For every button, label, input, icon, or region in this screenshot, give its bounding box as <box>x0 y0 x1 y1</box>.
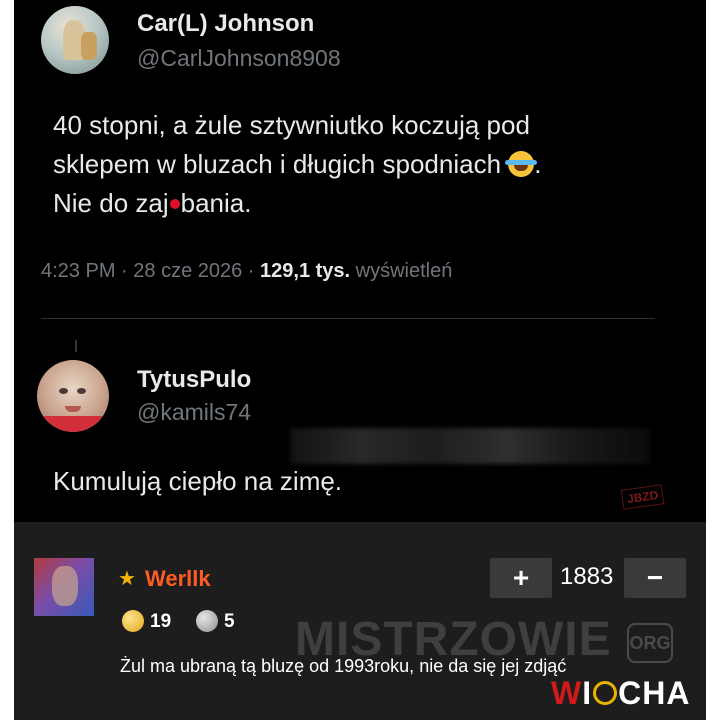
wiocha-logo-i: I <box>582 675 593 711</box>
wiocha-logo-w: W <box>551 675 583 711</box>
tweet-date[interactable]: 28 cze 2026 <box>133 260 242 282</box>
tweet-time[interactable]: 4:23 PM <box>41 260 115 282</box>
tweet-views-count: 129,1 tys. <box>260 260 351 282</box>
silver-badge-count: 5 <box>224 611 235 632</box>
blurred-watermark <box>290 428 650 464</box>
commenter-avatar[interactable] <box>34 558 94 616</box>
author-avatar[interactable] <box>41 6 109 74</box>
tweet-text-line-2-text: sklepem w bluzach i długich spodniach <box>53 149 502 179</box>
tweet-text-line-2: sklepem w bluzach i długich spodniach . <box>53 149 542 179</box>
gold-badge-count: 19 <box>150 611 172 632</box>
tweet-text-line-1: 40 stopni, a żule sztywniutko koczują po… <box>53 110 530 140</box>
censor-dot-icon <box>169 199 180 210</box>
divider <box>41 318 655 319</box>
comment-text: Żul ma ubraną tą bluzę od 1993roku, nie … <box>120 656 567 676</box>
silver-badge-icon <box>196 610 218 632</box>
tweet-author-handle[interactable]: @CarlJohnson8908 <box>137 45 341 72</box>
comment-score: 1883 <box>560 563 614 590</box>
reply-text: Kumulują ciepło na zimę. <box>53 466 343 496</box>
joy-emoji-icon <box>505 151 538 177</box>
tweet-author-name[interactable]: Car(L) Johnson <box>137 10 314 38</box>
tweet-text: 40 stopni, a żule sztywniutko koczują po… <box>53 106 542 223</box>
thread-line <box>75 340 77 352</box>
tweet-text-line-3: Nie do zaj bania. <box>53 184 542 223</box>
upvote-button[interactable]: + <box>490 558 552 598</box>
avatar-figure-secondary <box>81 32 97 60</box>
avatar-eye <box>59 388 68 394</box>
tweet-meta: 4:23 PM · 28 cze 2026 · 129,1 tys. wyświ… <box>41 260 453 282</box>
org-watermark: ORG <box>627 623 673 663</box>
avatar-eye <box>77 388 86 394</box>
avatar-mouth <box>65 406 81 412</box>
tweet-text-line-3-a: Nie do zaj <box>53 188 169 218</box>
gold-badge-icon <box>122 610 144 632</box>
reply-author-handle[interactable]: @kamils74 <box>137 399 251 426</box>
reply-author-name[interactable]: TytusPulo <box>137 366 251 394</box>
wiocha-logo-rest: CHA <box>618 675 691 711</box>
downvote-button[interactable]: − <box>624 558 686 598</box>
tweet-views-label: wyświetleń <box>355 260 453 282</box>
star-icon: ★ <box>118 568 136 590</box>
wiocha-logo-wheel-icon <box>593 681 618 705</box>
wiocha-logo: WI CHA <box>551 675 690 712</box>
avatar-shirt <box>37 416 109 432</box>
reply-avatar[interactable] <box>37 360 109 432</box>
comment-username[interactable]: Werllk <box>145 566 211 592</box>
tweet-text-line-3-b: bania. <box>180 188 252 218</box>
